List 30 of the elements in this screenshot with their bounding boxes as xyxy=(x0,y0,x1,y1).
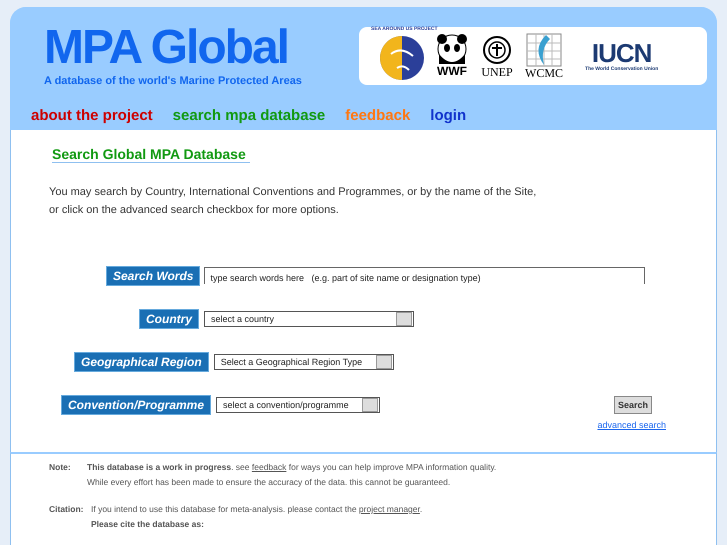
dropdown[interactable]: select a country xyxy=(204,310,414,326)
nav-link[interactable]: login xyxy=(430,107,466,124)
grid-leaf-icon xyxy=(526,32,562,66)
text-link[interactable]: feedback xyxy=(252,462,286,472)
search-words-field[interactable]: type search words here (e.g. part of site name or designation type) xyxy=(204,267,646,284)
site-tagline: A database of the world's Marine Protected Areas xyxy=(44,75,302,87)
field-label: Country xyxy=(139,308,199,328)
panda-icon xyxy=(435,34,469,64)
logo-text: WCMC xyxy=(525,66,564,80)
site-title: MPA Global xyxy=(44,25,289,71)
intro-text: You may search by Country, International Conventions and Programmes, or by the name of the Site, xyxy=(49,186,538,198)
dropdown[interactable]: Select a Geographical Region Type xyxy=(214,354,394,370)
field-label: Convention/Programme xyxy=(61,394,212,414)
logo-text: UNEP xyxy=(481,66,513,78)
note-text: If you intend to use this database for meta-analysis. please contact the project manager. xyxy=(91,504,422,514)
logo-text: IUCN xyxy=(592,40,652,66)
field-label: Search Words xyxy=(106,266,200,286)
field-label: Geographical Region xyxy=(74,352,209,372)
note-text: This database is a work in progress. see feedback for ways you can help improve MPA information quality. xyxy=(87,462,496,472)
note-label: Citation: xyxy=(49,504,84,516)
search-button[interactable]: Search xyxy=(614,396,652,414)
advanced-search-link[interactable]: advanced search xyxy=(597,420,666,430)
logo-text: WWF xyxy=(437,64,467,78)
note-text: Please cite the database as: xyxy=(91,519,205,529)
text-link[interactable]: project manager xyxy=(358,504,420,514)
note-label: Note: xyxy=(49,462,72,474)
page-heading-link[interactable]: Search Global MPA Database xyxy=(52,146,250,163)
intro-text: or click on the advanced search checkbox for more options. xyxy=(49,204,340,216)
dropdown[interactable]: select a convention/programme xyxy=(216,396,380,412)
note-text: While every effort has been made to ensure the accuracy of the data. this cannot be guaranteed. xyxy=(87,477,452,487)
